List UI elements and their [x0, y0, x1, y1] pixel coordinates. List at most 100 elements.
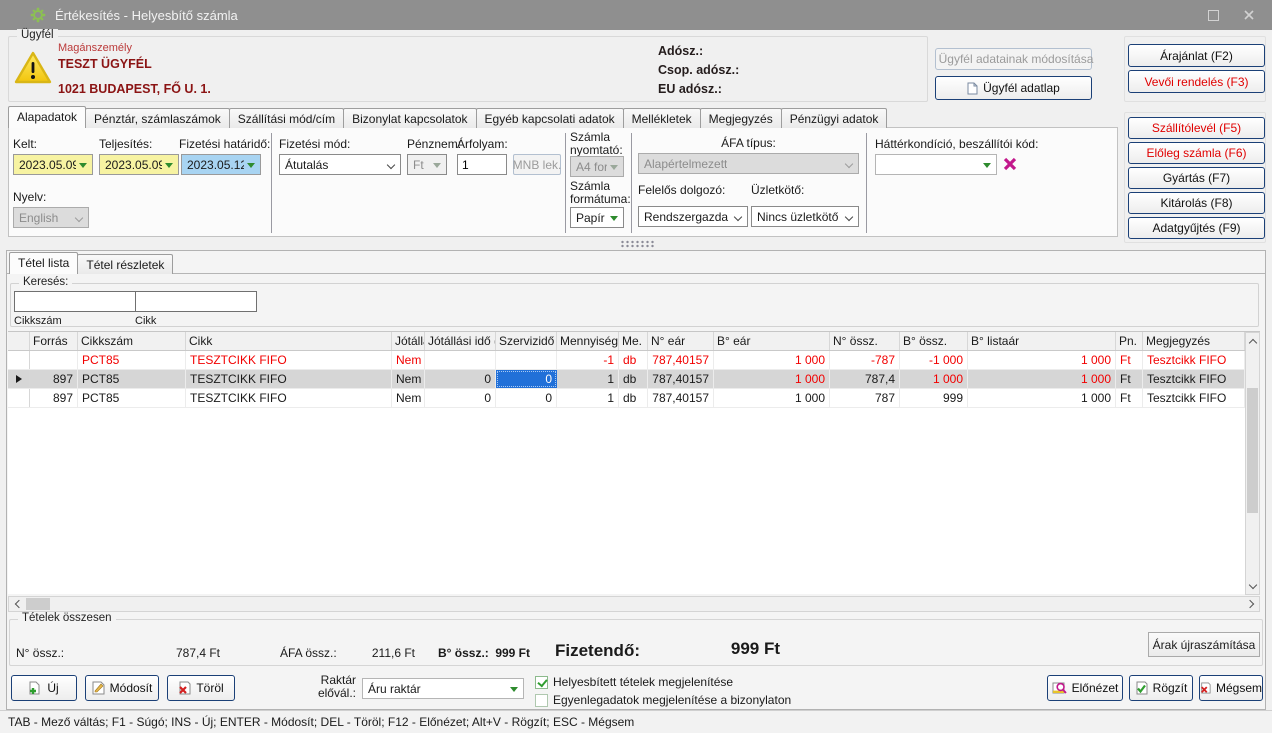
tab-main-7[interactable]: Megjegyzés: [700, 108, 782, 128]
splitter-handle[interactable]: [620, 240, 654, 248]
checkbox-1[interactable]: [535, 676, 548, 689]
teljesites-datefield[interactable]: 2023.05.09.: [99, 154, 179, 175]
grid-cell[interactable]: 1 000: [968, 351, 1116, 369]
grid-header-cell[interactable]: N° össz.: [830, 332, 900, 350]
save-button[interactable]: Rögzít: [1129, 675, 1193, 701]
nyelv-combo[interactable]: English: [13, 207, 89, 228]
horizontal-scroll-thumb[interactable]: [26, 598, 50, 610]
hatterkondicio-combo[interactable]: [875, 154, 997, 175]
horizontal-scrollbar[interactable]: [8, 596, 1260, 612]
vevoi-rendeles-button[interactable]: Vevői rendelés (F3): [1128, 70, 1265, 93]
tab-items-2[interactable]: Tétel részletek: [77, 254, 173, 274]
grid-row[interactable]: PCT85TESZTCIKK FIFONem-1db787,401571 000…: [8, 351, 1260, 370]
uzletkoto-combo[interactable]: Nincs üzletkötő: [751, 206, 859, 227]
felelos-combo[interactable]: Rendszergazda Ge: [638, 206, 748, 227]
grid-cell[interactable]: 0: [496, 389, 557, 407]
cancel-button[interactable]: Mégsem: [1199, 675, 1263, 701]
warehouse-combo[interactable]: Áru raktár: [362, 678, 524, 699]
teljesites-dropdown-icon[interactable]: [165, 163, 173, 168]
new-item-button[interactable]: Új: [11, 675, 77, 701]
modify-item-button[interactable]: Módosít: [85, 675, 159, 701]
formatum-combo[interactable]: Papír: [570, 207, 624, 228]
grid-cell[interactable]: 1 000: [714, 389, 830, 407]
arajanlat-button[interactable]: Árajánlat (F2): [1128, 44, 1265, 67]
grid-cell[interactable]: 897: [30, 370, 78, 388]
grid-header-cell[interactable]: Jótállá: [392, 332, 425, 350]
grid-cell[interactable]: 1 000: [968, 389, 1116, 407]
grid-header-cell[interactable]: Pn.: [1116, 332, 1143, 350]
grid-cell[interactable]: 787,40157: [648, 389, 714, 407]
tab-items-1[interactable]: Tétel lista: [9, 252, 78, 274]
grid-cell[interactable]: 897: [30, 389, 78, 407]
side-action-button-5[interactable]: Adatgyűjtés (F9): [1128, 217, 1265, 239]
grid-row[interactable]: 897PCT85TESZTCIKK FIFONem001db787,401571…: [8, 370, 1260, 389]
grid-cell[interactable]: -1: [557, 351, 619, 369]
grid-cell[interactable]: TESZTCIKK FIFO: [186, 389, 392, 407]
tab-main-3[interactable]: Szállítási mód/cím: [229, 108, 344, 128]
grid-header-cell[interactable]: Megjegyzés: [1143, 332, 1245, 350]
grid-cell[interactable]: Nem: [392, 351, 425, 369]
grid-cell[interactable]: TESZTCIKK FIFO: [186, 351, 392, 369]
grid-cell[interactable]: Tesztcikk FIFO: [1143, 370, 1245, 388]
grid-header-cell[interactable]: Mennyiség: [557, 332, 619, 350]
grid-cell[interactable]: Tesztcikk FIFO: [1143, 351, 1245, 369]
grid-header-cell[interactable]: Me.: [619, 332, 648, 350]
delete-item-button[interactable]: Töröl: [167, 675, 235, 701]
grid-cell[interactable]: Ft: [1116, 389, 1143, 407]
penznem-combo[interactable]: Ft: [407, 154, 447, 175]
grid-cell[interactable]: [425, 351, 496, 369]
grid-cell[interactable]: 1 000: [714, 351, 830, 369]
grid-cell[interactable]: -1 000: [900, 351, 968, 369]
search-cikkszam-input[interactable]: [14, 291, 136, 312]
grid-cell[interactable]: 787,40157: [648, 370, 714, 388]
tab-main-1[interactable]: Alapadatok: [8, 106, 86, 128]
grid-header-cell[interactable]: B° listaár: [968, 332, 1116, 350]
tab-main-4[interactable]: Bizonylat kapcsolatok: [343, 108, 476, 128]
grid-cell[interactable]: PCT85: [78, 351, 186, 369]
side-action-button-1[interactable]: Szállítólevél (F5): [1128, 117, 1265, 139]
grid-cell[interactable]: 1 000: [968, 370, 1116, 388]
vertical-scrollbar[interactable]: [1245, 332, 1260, 595]
grid-cell[interactable]: 999: [900, 389, 968, 407]
grid-cell[interactable]: db: [619, 389, 648, 407]
grid-row[interactable]: 897PCT85TESZTCIKK FIFONem001db787,401571…: [8, 389, 1260, 408]
grid-cell[interactable]: Ft: [1116, 351, 1143, 369]
nyomtato-combo[interactable]: A4 formá: [570, 156, 624, 177]
customer-datasheet-button[interactable]: Ügyfél adatlap: [935, 76, 1092, 100]
grid-cell[interactable]: 1: [557, 370, 619, 388]
clear-x-icon[interactable]: [1003, 157, 1017, 171]
grid-cell[interactable]: db: [619, 370, 648, 388]
grid-cell[interactable]: 1: [557, 389, 619, 407]
grid-cell[interactable]: TESZTCIKK FIFO: [186, 370, 392, 388]
grid-cell[interactable]: 1 000: [714, 370, 830, 388]
grid-header-cell[interactable]: Jótállási idő (: [425, 332, 496, 350]
grid-cell[interactable]: Ft: [1116, 370, 1143, 388]
hatterkondicio-dropdown-icon[interactable]: [983, 163, 991, 168]
recalc-prices-button[interactable]: Árak újraszámítása: [1148, 632, 1260, 657]
checkbox-2[interactable]: [535, 694, 548, 707]
side-action-button-3[interactable]: Gyártás (F7): [1128, 167, 1265, 189]
afa-combo[interactable]: Alapértelmezett: [638, 153, 859, 174]
scroll-right-button[interactable]: [1243, 597, 1259, 611]
kelt-datefield[interactable]: 2023.05.09.: [13, 154, 93, 175]
customer-modify-button[interactable]: Ügyfél adatainak módosítása: [935, 48, 1092, 70]
grid-cell[interactable]: 787,4: [830, 370, 900, 388]
grid-header-cell[interactable]: N° eár: [648, 332, 714, 350]
fizmod-combo[interactable]: Átutalás: [279, 154, 401, 175]
grid-cell[interactable]: [30, 351, 78, 369]
side-action-button-4[interactable]: Kitárolás (F8): [1128, 192, 1265, 214]
grid-cell[interactable]: Nem: [392, 370, 425, 388]
grid-cell[interactable]: 787: [830, 389, 900, 407]
tab-main-6[interactable]: Mellékletek: [623, 108, 701, 128]
grid-cell[interactable]: PCT85: [78, 389, 186, 407]
tab-main-5[interactable]: Egyéb kapcsolati adatok: [476, 108, 624, 128]
search-cikk-input[interactable]: [135, 291, 257, 312]
mnb-button[interactable]: MNB lek.: [513, 154, 561, 175]
grid-cell[interactable]: db: [619, 351, 648, 369]
grid-cell[interactable]: Tesztcikk FIFO: [1143, 389, 1245, 407]
grid-cell[interactable]: 1 000: [900, 370, 968, 388]
arfolyam-input[interactable]: [457, 154, 507, 175]
grid-header-cell[interactable]: B° eár: [714, 332, 830, 350]
preview-button[interactable]: Előnézet: [1047, 675, 1123, 701]
grid-header-cell[interactable]: Cikk: [186, 332, 392, 350]
